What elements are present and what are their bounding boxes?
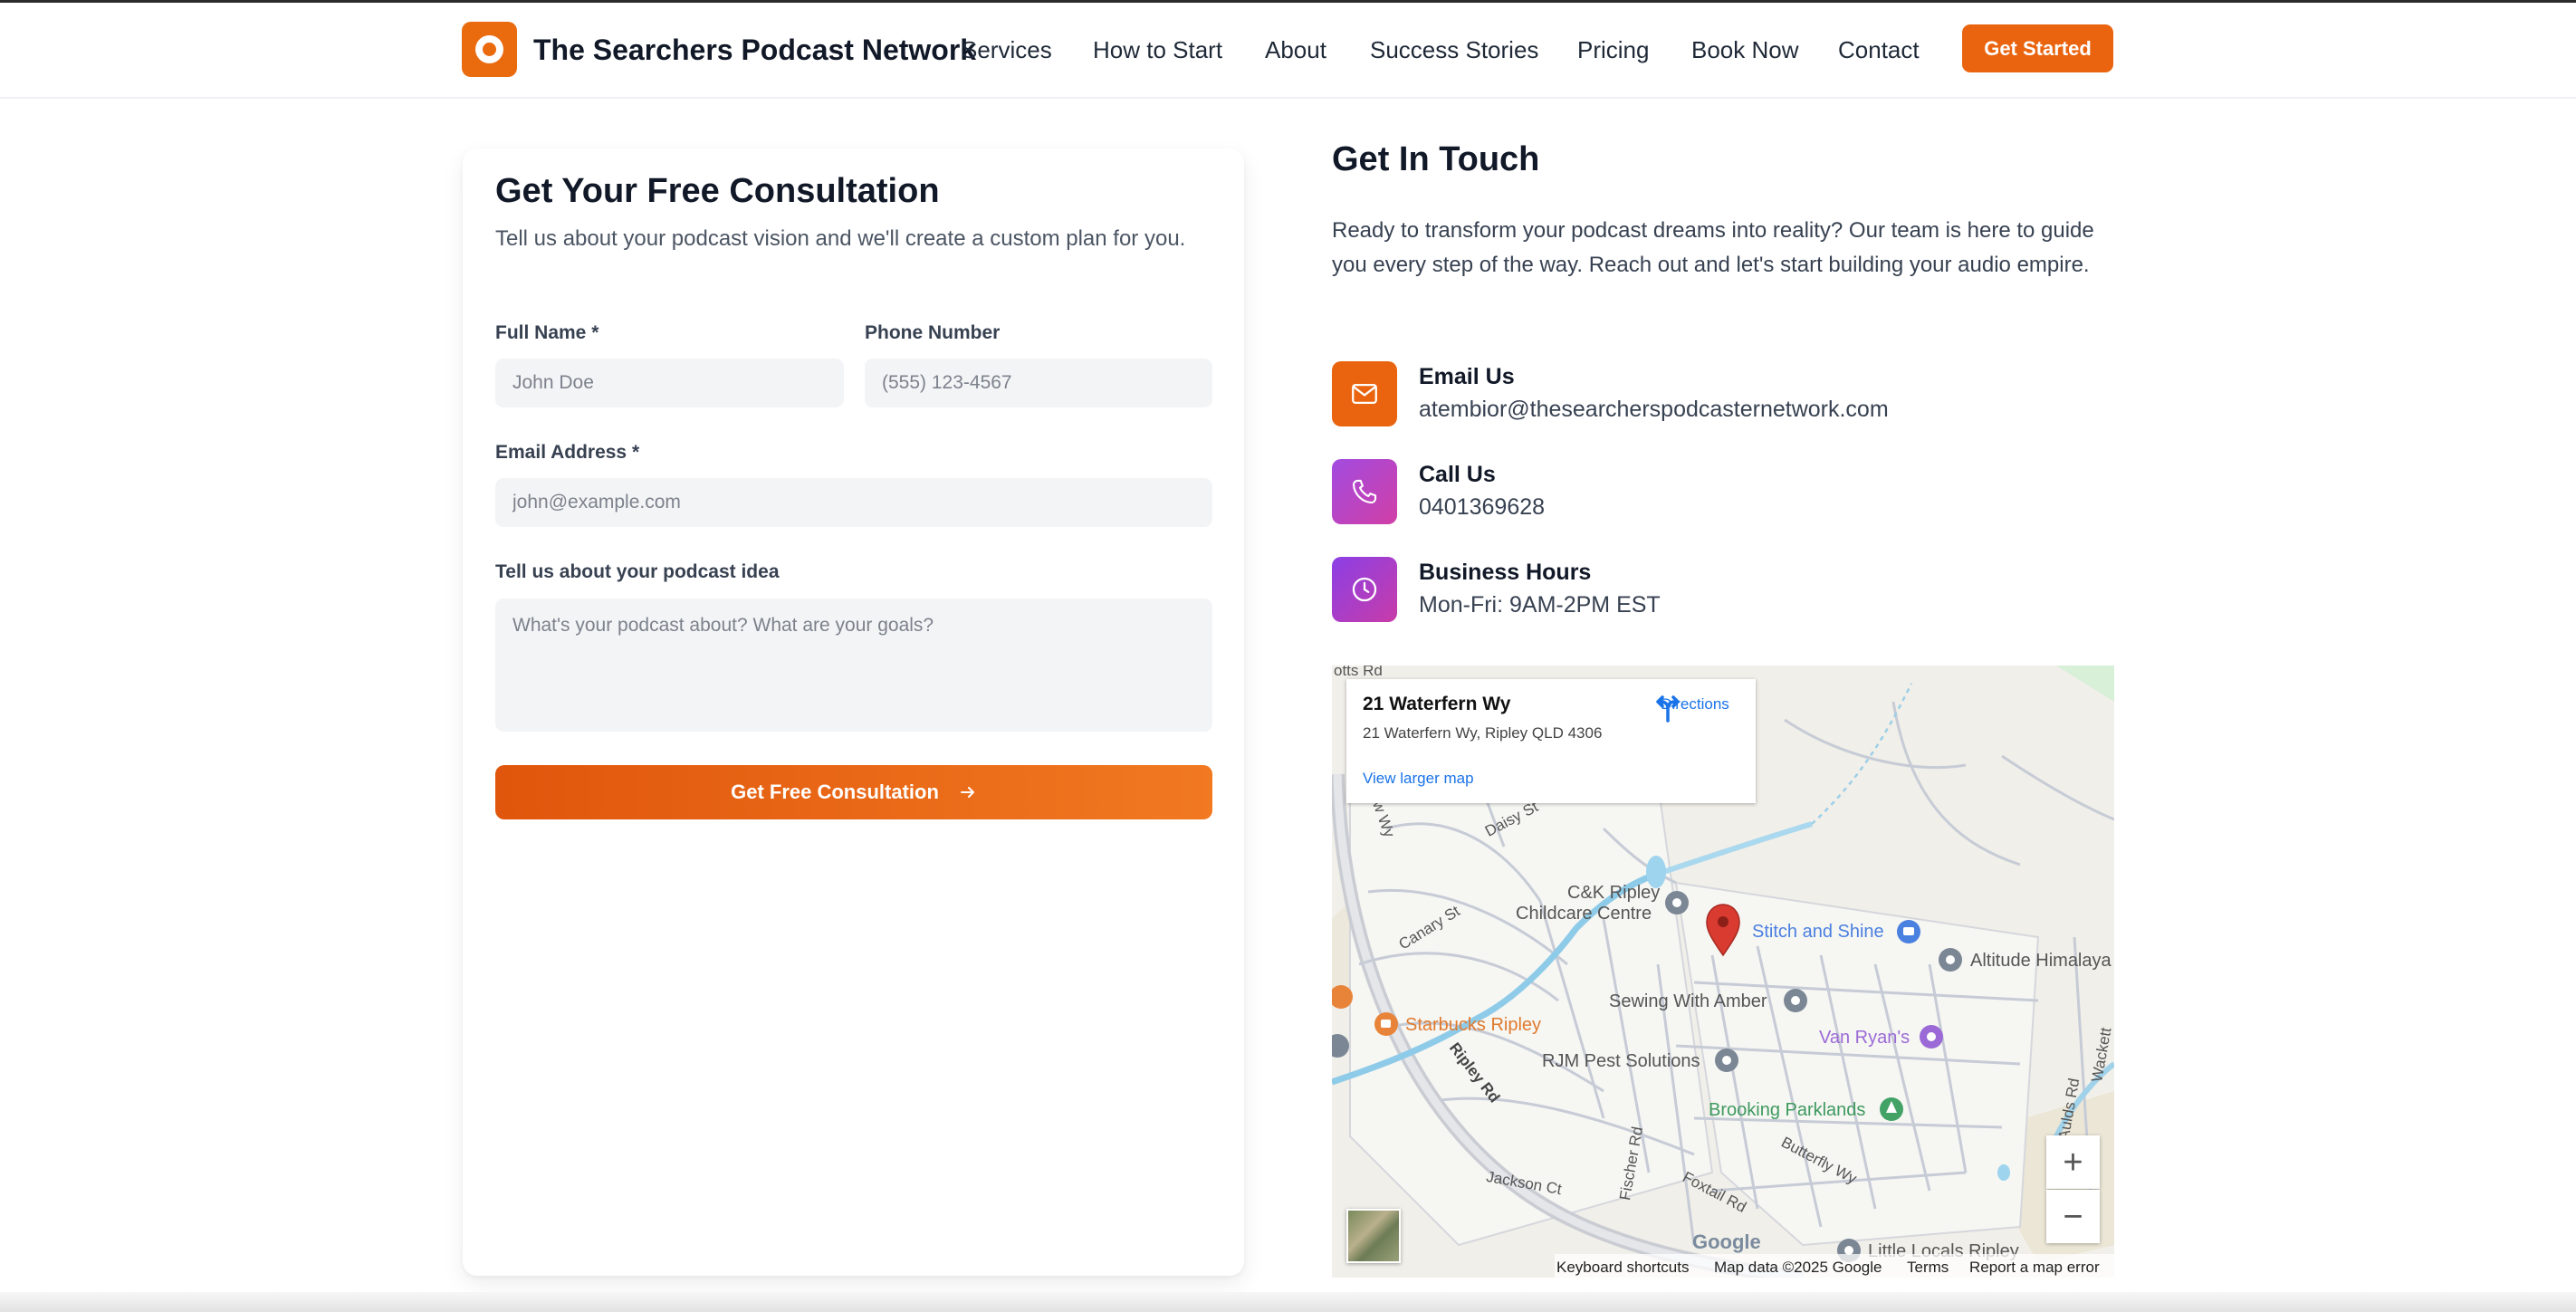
- form-title: Get Your Free Consultation: [495, 172, 940, 210]
- map-place-ck-ripley[interactable]: C&K Ripley: [1567, 883, 1660, 904]
- map-place-brooking-parklands[interactable]: Brooking Parklands: [1709, 1100, 1865, 1121]
- form-subtitle: Tell us about your podcast vision and we…: [495, 226, 1186, 251]
- view-larger-map-link[interactable]: View larger map: [1363, 770, 1474, 788]
- keyboard-shortcuts-link[interactable]: Keyboard shortcuts: [1556, 1259, 1689, 1277]
- zoom-out-icon: −: [2063, 1197, 2083, 1236]
- nav-how-to-start[interactable]: How to Start: [1093, 36, 1222, 64]
- phone-input[interactable]: [865, 359, 1212, 407]
- clock-icon: [1332, 557, 1397, 622]
- phone-label: Phone Number: [865, 322, 1001, 343]
- business-hours-value: Mon-Fri: 9AM-2PM EST: [1419, 592, 1661, 618]
- email-address-value[interactable]: atembior@thesearcherspodcasternetwork.co…: [1419, 397, 1889, 423]
- email-label: Email Address *: [495, 442, 640, 463]
- map-road-label: otts Rd: [1334, 666, 1383, 679]
- email-input[interactable]: [495, 478, 1212, 527]
- map-info-card: 21 Waterfern Wy 21 Waterfern Wy, Ripley …: [1346, 679, 1756, 803]
- map-place-stitch-and-shine[interactable]: Stitch and Shine: [1752, 922, 1884, 943]
- map-place-altitude-himalaya[interactable]: Altitude Himalaya: [1970, 951, 2112, 972]
- directions-icon: [1656, 695, 1680, 723]
- contact-intro: Ready to transform your podcast dreams i…: [1332, 218, 2094, 277]
- contact-title: Get In Touch: [1332, 140, 1540, 178]
- full-name-input[interactable]: [495, 359, 844, 407]
- map-place-childcare-centre[interactable]: Childcare Centre: [1516, 904, 1652, 924]
- get-free-consultation-button[interactable]: Get Free Consultation: [495, 765, 1212, 819]
- map-card-title: 21 Waterfern Wy: [1363, 694, 1511, 714]
- nav-services[interactable]: Services: [962, 36, 1052, 64]
- map-data-attribution: Map data ©2025 Google: [1714, 1259, 1882, 1276]
- call-us-label: Call Us: [1419, 462, 1496, 487]
- nav-contact[interactable]: Contact: [1838, 36, 1920, 64]
- podcast-idea-label: Tell us about your podcast idea: [495, 561, 780, 582]
- business-hours-label: Business Hours: [1419, 560, 1592, 585]
- directions-button[interactable]: Directions: [1654, 694, 1736, 723]
- map-place-sewing-with-amber[interactable]: Sewing With Amber: [1609, 991, 1767, 1012]
- arrow-right-icon: [960, 787, 974, 798]
- email-us-label: Email Us: [1419, 364, 1515, 389]
- map-place-starbucks-ripley[interactable]: Starbucks Ripley: [1405, 1015, 1541, 1036]
- submit-label: Get Free Consultation: [731, 780, 939, 803]
- logo-icon[interactable]: [462, 22, 517, 77]
- map-place-rjm-pest-solutions[interactable]: RJM Pest Solutions: [1542, 1051, 1700, 1072]
- nav-about[interactable]: About: [1265, 36, 1326, 64]
- full-name-label: Full Name *: [495, 322, 599, 343]
- mail-icon: [1332, 361, 1397, 426]
- site-header: The Searchers Podcast Network Services H…: [0, 3, 2576, 99]
- map-card-address: 21 Waterfern Wy, Ripley QLD 4306: [1363, 724, 1603, 742]
- zoom-in-icon: +: [2063, 1143, 2083, 1182]
- podcast-idea-textarea[interactable]: [495, 599, 1212, 732]
- satellite-view-toggle[interactable]: [1346, 1209, 1401, 1263]
- zoom-out-button[interactable]: −: [2046, 1190, 2100, 1243]
- map-terms-link[interactable]: Terms: [1907, 1259, 1949, 1277]
- embedded-map[interactable]: C&K Ripley Childcare Centre Stitch and S…: [1332, 666, 2114, 1278]
- brand-name[interactable]: The Searchers Podcast Network: [533, 34, 976, 67]
- nav-pricing[interactable]: Pricing: [1577, 36, 1649, 64]
- zoom-in-button[interactable]: +: [2046, 1135, 2100, 1189]
- report-map-error-link[interactable]: Report a map error: [1969, 1259, 2100, 1277]
- phone-number-value[interactable]: 0401369628: [1419, 494, 1545, 521]
- get-started-button[interactable]: Get Started: [1962, 24, 2113, 72]
- nav-success-stories[interactable]: Success Stories: [1370, 36, 1538, 64]
- map-place-van-ryans[interactable]: Van Ryan's: [1819, 1028, 1910, 1049]
- google-logo: Google: [1692, 1231, 1761, 1253]
- nav-book-now[interactable]: Book Now: [1691, 36, 1799, 64]
- page-bottom-edge: [0, 1292, 2576, 1312]
- phone-icon: [1332, 459, 1397, 524]
